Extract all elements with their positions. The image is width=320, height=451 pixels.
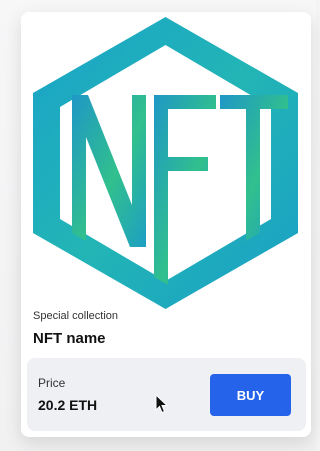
nft-name: NFT name	[33, 330, 106, 347]
nft-logo-icon	[33, 17, 298, 309]
buy-button[interactable]: BUY	[210, 374, 291, 416]
nft-artwork	[30, 15, 301, 311]
page: Special collection NFT name Price 20.2 E…	[0, 0, 316, 451]
price-label: Price	[38, 376, 66, 390]
price-panel: Price 20.2 ETH BUY	[27, 358, 306, 431]
price-value: 20.2 ETH	[38, 397, 98, 413]
mouse-cursor-icon	[155, 394, 169, 414]
collection-label: Special collection	[33, 310, 118, 322]
nft-card: Special collection NFT name Price 20.2 E…	[21, 12, 311, 437]
